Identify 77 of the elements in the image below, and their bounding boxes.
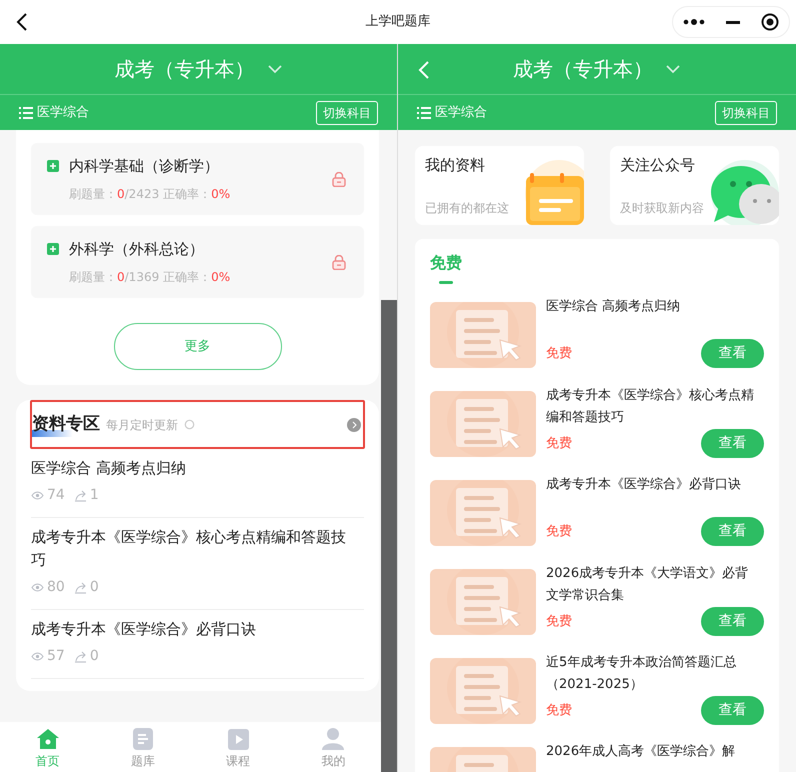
minimize-icon[interactable]: [726, 20, 740, 24]
view-button[interactable]: 查看: [701, 696, 764, 725]
tab-item[interactable]: 课程: [190, 722, 286, 772]
document-icon: [132, 728, 153, 750]
tab-underline: [439, 281, 453, 284]
home-icon: [36, 728, 60, 750]
material-item[interactable]: 成考专升本《医学综合》必背口诀 57 0: [31, 610, 364, 679]
material-title: 医学综合 高频考点归纳: [31, 458, 187, 479]
more-button[interactable]: 更多: [114, 323, 282, 370]
shortcut-card[interactable]: 我的资料 已拥有的都在这: [415, 146, 584, 225]
exam-title[interactable]: 成考（专升本）: [114, 54, 254, 84]
free-tab[interactable]: 免费: [430, 251, 462, 275]
tab-item[interactable]: 我的: [286, 722, 381, 772]
card-title: 我的资料: [425, 155, 486, 176]
user-icon: [321, 726, 346, 750]
view-button[interactable]: 查看: [701, 429, 764, 458]
subject-name: 医学综合: [37, 104, 89, 122]
eye-icon: [31, 583, 44, 592]
view-button[interactable]: 查看: [701, 607, 764, 636]
view-count: 80: [47, 578, 65, 597]
material-item[interactable]: 成考专升本《医学综合》核心考点精编和答题技巧 80 0: [31, 518, 364, 610]
section-subtitle: 每月定时更新: [106, 416, 178, 434]
view-button[interactable]: 查看: [701, 517, 764, 546]
share-icon: [74, 490, 87, 502]
price-label: 免费: [546, 434, 572, 453]
play-icon: [228, 729, 249, 750]
share-count: 1: [90, 486, 99, 505]
list-icon: [19, 106, 33, 118]
card-subtitle: 已拥有的都在这: [425, 200, 510, 216]
course-stats: 刷题量：0/1369 正确率：0%: [68, 269, 230, 286]
card-title: 关注公众号: [620, 155, 696, 176]
tab-item[interactable]: 题库: [95, 722, 190, 772]
course-name: 外科学（外科总论）: [69, 238, 204, 260]
view-count: 74: [47, 486, 65, 505]
exam-title[interactable]: 成考（专升本）: [513, 54, 653, 84]
more-icon[interactable]: [683, 19, 706, 25]
section-title: 资料专区: [32, 412, 100, 438]
material-title: 2026年成人高考《医学综合》解: [546, 743, 736, 761]
course-name: 内科学基础（诊断学）: [69, 156, 219, 177]
share-count: 0: [90, 647, 99, 666]
close-icon[interactable]: [760, 13, 779, 31]
subject-name: 医学综合: [435, 104, 487, 122]
course-item[interactable]: 内科学基础（诊断学） 刷题量：0/2423 正确率：0%: [31, 143, 364, 215]
share-count: 0: [90, 578, 99, 597]
material-title: 近5年成考专升本政治简答题汇总（2021-2025）: [546, 654, 738, 694]
price-label: 免费: [546, 522, 572, 541]
switch-subject-button[interactable]: 切换科目: [715, 100, 777, 124]
material-title: 成考专升本《医学综合》必背口诀: [546, 476, 742, 494]
material-item[interactable]: 医学综合 高频考点归纳 74 1: [31, 449, 364, 518]
back-icon[interactable]: [16, 12, 28, 32]
window-title: 上学吧题库: [366, 13, 430, 32]
price-label: 免费: [546, 612, 572, 631]
price-label: 免费: [546, 702, 572, 720]
refresh-icon: [184, 419, 195, 430]
course-item[interactable]: 外科学（外科总论） 刷题量：0/1369 正确率：0%: [31, 226, 364, 298]
course-stats: 刷题量：0/2423 正确率：0%: [68, 186, 230, 204]
price-label: 免费: [546, 344, 572, 363]
share-icon: [74, 582, 87, 594]
eye-icon: [31, 491, 44, 500]
material-title: 成考专升本《医学综合》核心考点精编和答题技巧: [546, 387, 754, 427]
eye-icon: [31, 652, 44, 661]
card-subtitle: 及时获取新内容: [620, 200, 705, 216]
shortcut-card[interactable]: 关注公众号 及时获取新内容: [610, 146, 779, 225]
material-title: 医学综合 高频考点归纳: [546, 298, 682, 316]
material-title: 成考专升本《医学综合》核心考点精编和答题技巧: [31, 527, 347, 571]
material-title: 2026成考专升本《大学语文》必背文学常识合集: [546, 565, 750, 605]
share-icon: [74, 650, 87, 662]
switch-subject-button[interactable]: 切换科目: [316, 100, 378, 124]
dropdown-icon[interactable]: [266, 64, 282, 74]
expand-icon[interactable]: [47, 160, 59, 172]
expand-icon[interactable]: [47, 243, 59, 255]
dropdown-icon[interactable]: [665, 64, 681, 74]
list-icon: [417, 106, 431, 118]
tab-item[interactable]: 首页: [0, 722, 96, 772]
view-count: 57: [47, 647, 65, 666]
view-button[interactable]: 查看: [701, 339, 764, 368]
material-title: 成考专升本《医学综合》必背口诀: [31, 619, 257, 640]
